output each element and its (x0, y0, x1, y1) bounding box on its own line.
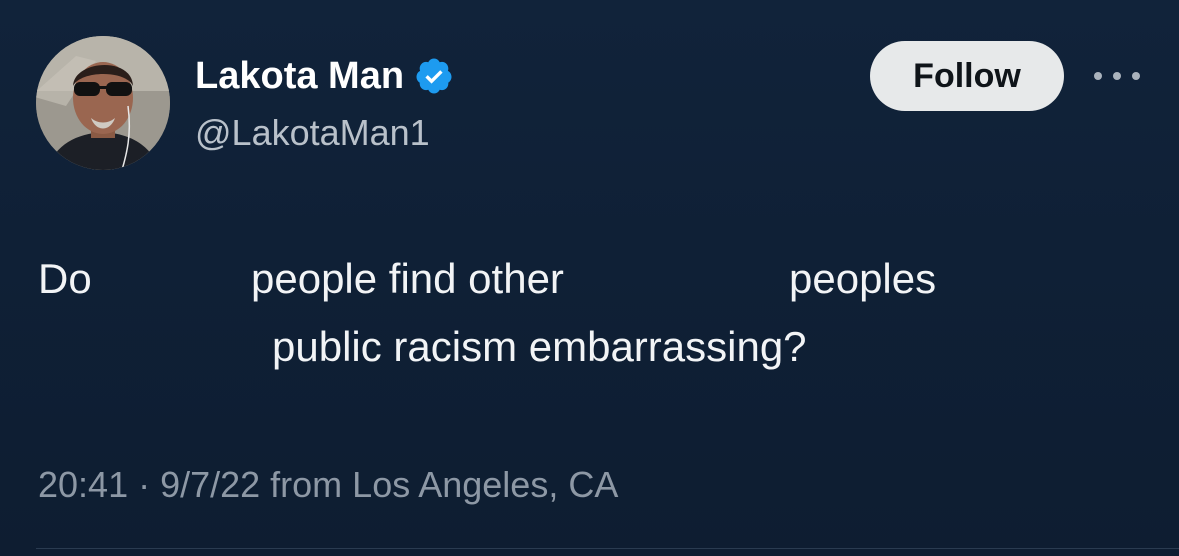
tweet-text-segment: Do (38, 255, 92, 302)
tweet-text-segment: peoples (789, 255, 937, 302)
tweet-card: Lakota Man @LakotaMan1 Follow Do people … (0, 0, 1179, 556)
tweet-text: Do people find other peoples public raci… (0, 0, 1179, 400)
tweet-text-segment: people find other (251, 255, 564, 302)
tweet-text-line: public racism embarrassing? (272, 323, 807, 370)
tweet-timestamp[interactable]: 20:41 · 9/7/22 from Los Angeles, CA (38, 462, 618, 508)
divider (36, 548, 1179, 549)
